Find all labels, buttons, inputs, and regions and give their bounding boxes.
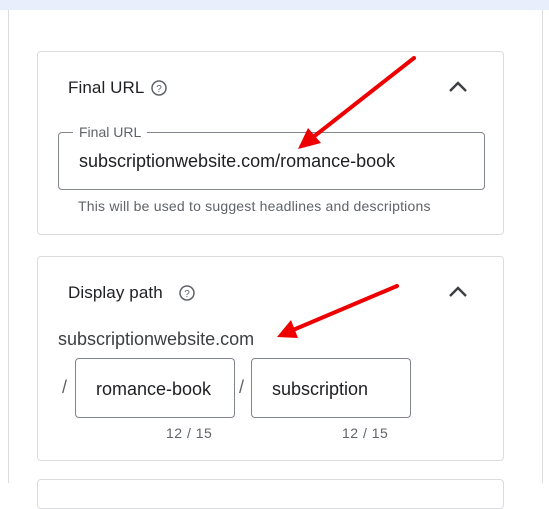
path2-field[interactable]: subscription — [251, 358, 411, 418]
path1-field[interactable]: romance-book — [75, 358, 235, 418]
final-url-helper-text: This will be used to suggest headlines a… — [78, 198, 431, 214]
top-band — [0, 0, 549, 10]
chevron-up-icon[interactable] — [445, 279, 471, 305]
path-separator: / — [62, 377, 68, 397]
final-url-card: Final URL ? Final URL subscriptionwebsit… — [37, 51, 504, 235]
svg-text:?: ? — [184, 289, 190, 300]
svg-text:?: ? — [156, 84, 162, 95]
display-path-title: Display path — [68, 283, 163, 302]
path1-input-value[interactable]: romance-book — [96, 379, 211, 400]
help-circle-icon[interactable]: ? — [179, 285, 195, 301]
display-path-domain: subscriptionwebsite.com — [58, 329, 255, 349]
next-card — [37, 479, 504, 509]
path2-char-counter: 12 / 15 — [342, 425, 389, 441]
final-url-input-value[interactable]: subscriptionwebsite.com/romance-book — [79, 151, 395, 172]
path2-input-value[interactable]: subscription — [272, 379, 368, 400]
chevron-up-icon[interactable] — [445, 74, 471, 100]
display-path-card: Display path ? subscriptionwebsite.com /… — [37, 256, 504, 461]
final-url-field[interactable]: Final URL subscriptionwebsite.com/romanc… — [58, 124, 485, 190]
final-url-title: Final URL — [68, 78, 145, 97]
path-separator: / — [239, 377, 245, 397]
path1-char-counter: 12 / 15 — [166, 425, 213, 441]
help-circle-icon[interactable]: ? — [151, 80, 167, 96]
final-url-field-label: Final URL — [73, 124, 148, 140]
